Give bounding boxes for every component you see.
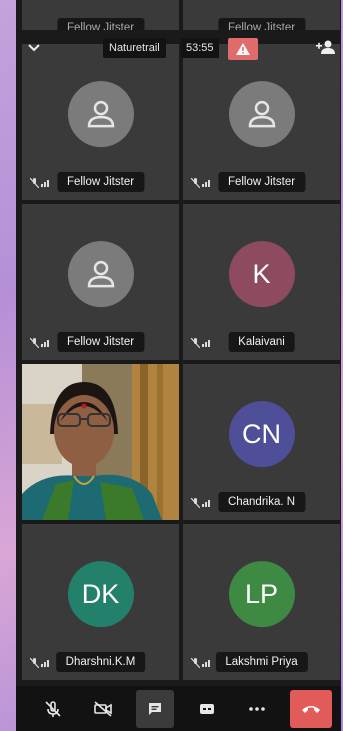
participant-name: Dharshni.K.M [65, 656, 136, 668]
elapsed-time: 53:55 [186, 42, 214, 54]
signal-icon [202, 180, 210, 187]
name-pill: Fellow Jitster [56, 172, 145, 192]
partial-name-label: Fellow Jitster [227, 22, 296, 30]
status-icons [30, 658, 50, 668]
participant-name: Chandrika. N [227, 496, 296, 508]
avatar [67, 241, 134, 308]
participant-tile[interactable]: LP Lakshmi Priya [183, 524, 340, 680]
avatar: LP [228, 561, 295, 628]
signal-icon [202, 500, 210, 507]
more-icon [249, 707, 265, 711]
conference-app: Fellow Jitster Fellow Jitster Fellow Jit… [16, 0, 341, 731]
room-name-pill: Naturetrail [103, 38, 166, 58]
tile-view-icon [200, 704, 214, 714]
name-pill: Lakshmi Priya [215, 652, 308, 672]
name-pill: Kalaivani [228, 332, 295, 352]
partial-name-pill: Fellow Jitster [217, 18, 306, 30]
chat-button[interactable] [136, 690, 174, 728]
participant-name: Fellow Jitster [66, 176, 135, 188]
camera-off-icon [94, 701, 112, 717]
participant-tile[interactable]: DK Dharshni.K.M [22, 524, 179, 680]
name-pill: Chandrika. N [217, 492, 306, 512]
chat-icon [149, 703, 161, 715]
mute-mic-button[interactable] [34, 690, 72, 728]
name-pill: Fellow Jitster [56, 332, 145, 352]
signal-icon [202, 660, 210, 667]
more-options-button[interactable] [238, 690, 276, 728]
status-icons [191, 498, 211, 508]
signal-icon [41, 180, 49, 187]
participant-tile-partial[interactable]: Fellow Jitster [22, 0, 179, 30]
avatar-initials: DK [81, 578, 120, 609]
tile-view-button[interactable] [188, 690, 226, 728]
participant-tile[interactable]: K Kalaivani [183, 204, 340, 360]
top-bar: Naturetrail 53:55 [16, 38, 341, 60]
participant-name: Fellow Jitster [227, 176, 296, 188]
avatar [67, 81, 134, 148]
participant-tile-partial[interactable]: Fellow Jitster [183, 0, 340, 30]
camera-toggle-button[interactable] [84, 690, 122, 728]
participant-video-tile[interactable] [22, 364, 179, 520]
avatar-initials: LP [244, 578, 279, 609]
participant-video [22, 364, 179, 520]
person-icon [87, 260, 114, 288]
participant-name: Lakshmi Priya [225, 656, 298, 668]
person-icon [248, 100, 275, 128]
partial-name-label: Fellow Jitster [66, 22, 135, 30]
name-pill: Fellow Jitster [217, 172, 306, 192]
participant-tile[interactable]: Fellow Jitster [183, 44, 340, 200]
signal-icon [202, 340, 210, 347]
add-user-icon [316, 40, 335, 54]
signal-icon [41, 340, 49, 347]
hangup-icon [302, 706, 320, 713]
mic-muted-icon [191, 498, 200, 508]
status-icons [30, 338, 50, 348]
call-toolbar [16, 686, 341, 731]
room-name: Naturetrail [109, 42, 160, 54]
avatar: CN [228, 401, 295, 468]
mic-muted-icon [30, 338, 39, 348]
person-icon [87, 100, 114, 128]
avatar-initials: CN [242, 418, 281, 449]
status-icons [191, 338, 211, 348]
participant-name: Fellow Jitster [66, 336, 135, 348]
warning-button[interactable] [228, 38, 258, 60]
participant-tile[interactable]: Fellow Jitster [22, 204, 179, 360]
hangup-button[interactable] [290, 690, 332, 728]
collapse-chevron-icon[interactable] [28, 40, 40, 58]
partial-name-pill: Fellow Jitster [56, 18, 145, 30]
avatar-initials: K [252, 258, 271, 289]
mic-muted-icon [191, 178, 200, 188]
avatar: DK [67, 561, 134, 628]
status-icons [30, 178, 50, 188]
add-participant-button[interactable] [316, 40, 336, 59]
warning-icon [236, 43, 250, 55]
participant-tile[interactable]: CN Chandrika. N [183, 364, 340, 520]
participant-name: Kalaivani [238, 336, 285, 348]
mic-muted-icon [30, 658, 39, 668]
mic-muted-icon [191, 658, 200, 668]
mic-muted-icon [191, 338, 200, 348]
call-timer: 53:55 [181, 38, 219, 58]
name-pill: Dharshni.K.M [55, 652, 146, 672]
mic-muted-icon [45, 701, 61, 717]
avatar [228, 81, 295, 148]
mic-muted-icon [30, 178, 39, 188]
signal-icon [41, 660, 49, 667]
status-icons [191, 658, 211, 668]
status-icons [191, 178, 211, 188]
avatar: K [228, 241, 295, 308]
participant-tile[interactable]: Fellow Jitster [22, 44, 179, 200]
